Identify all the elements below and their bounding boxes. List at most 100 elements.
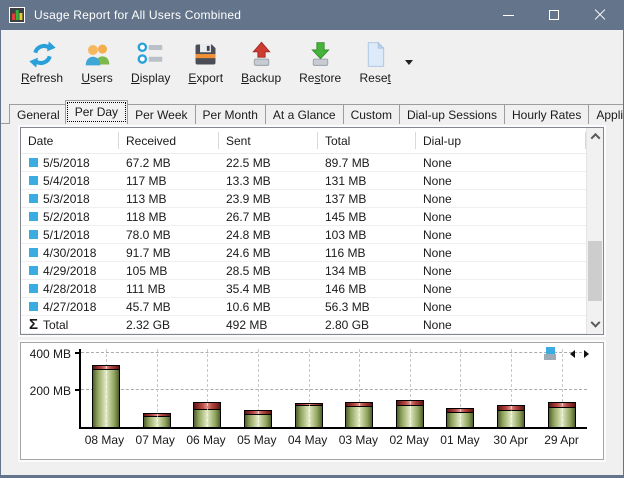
table-row[interactable]: ΣTotal2.32 GB492 MB2.80 GBNone	[21, 316, 586, 334]
display-icon	[136, 40, 165, 69]
cell-received: 111 MB	[119, 282, 219, 296]
tab-per-day[interactable]: Per Day	[65, 100, 128, 124]
scroll-up-button[interactable]	[587, 128, 603, 145]
date-label: 4/29/2018	[43, 264, 96, 278]
chevron-up-icon	[590, 133, 600, 143]
cell-sent: 24.8 MB	[219, 228, 318, 242]
day-bullet-icon	[29, 212, 38, 221]
cell-date: 4/30/2018	[21, 246, 119, 260]
usage-bar	[143, 413, 171, 427]
cell-total: 145 MB	[318, 210, 416, 224]
table-row[interactable]: 4/27/201845.7 MB10.6 MB56.3 MBNone	[21, 298, 586, 316]
cell-received: 78.0 MB	[119, 228, 219, 242]
scrollbar-thumb[interactable]	[588, 241, 602, 301]
chart-scroll-left-button[interactable]	[565, 348, 579, 360]
scroll-down-button[interactable]	[587, 317, 603, 334]
cell-total: 137 MB	[318, 192, 416, 206]
date-label: 5/2/2018	[43, 210, 90, 224]
cell-received: 117 MB	[119, 174, 219, 188]
reset-button[interactable]: Reset	[351, 37, 399, 88]
export-icon	[191, 40, 220, 69]
table-row[interactable]: 4/30/201891.7 MB24.6 MB116 MBNone	[21, 244, 586, 262]
day-bullet-icon	[29, 266, 38, 275]
cell-total: 2.80 GB	[318, 318, 416, 332]
table-row[interactable]: 5/2/2018118 MB26.7 MB145 MBNone	[21, 208, 586, 226]
x-axis-label: 30 Apr	[485, 433, 536, 447]
bar-segment-received	[346, 407, 372, 427]
users-icon-holder	[81, 40, 113, 70]
minimize-button[interactable]	[485, 0, 531, 30]
usage-bar	[396, 400, 424, 427]
column-header-dial-up[interactable]: Dial-up	[416, 128, 586, 153]
toolbar-button-label: Refresh	[21, 71, 63, 85]
day-bullet-icon	[29, 194, 38, 203]
chart-style-icon[interactable]	[544, 347, 556, 360]
chevron-down-icon	[405, 60, 413, 65]
refresh-button[interactable]: Refresh	[13, 37, 71, 88]
export-button[interactable]: Export	[180, 37, 231, 88]
display-button[interactable]: Display	[123, 37, 178, 88]
bar-segment-sent	[194, 403, 220, 410]
day-bullet-icon	[29, 176, 38, 185]
tab-at-a-glance[interactable]: At a Glance	[265, 104, 344, 124]
table-row[interactable]: 4/28/2018111 MB35.4 MB146 MBNone	[21, 280, 586, 298]
cell-sent: 22.5 MB	[219, 156, 318, 170]
users-button[interactable]: Users	[73, 37, 121, 88]
cell-sent: 26.7 MB	[219, 210, 318, 224]
date-label: Total	[43, 318, 68, 332]
tab-per-month[interactable]: Per Month	[195, 104, 266, 124]
x-axis-label: 07 May	[130, 433, 181, 447]
bar-segment-received	[144, 417, 170, 427]
backup-icon	[247, 40, 276, 69]
tab-general[interactable]: General	[9, 104, 68, 124]
chart-bar-slot	[81, 349, 132, 427]
tab-applications[interactable]: Applications	[588, 104, 624, 124]
cell-date: 5/2/2018	[21, 210, 119, 224]
usage-bar	[295, 403, 323, 427]
bar-segment-received	[194, 410, 220, 427]
toolbar: Refresh Users Display Export Backup Rest…	[1, 30, 623, 94]
cell-sent: 13.3 MB	[219, 174, 318, 188]
close-button[interactable]	[577, 0, 623, 30]
toolbar-more-button[interactable]	[401, 38, 417, 86]
cell-date: 5/3/2018	[21, 192, 119, 206]
window-title: Usage Report for All Users Combined	[34, 8, 241, 22]
column-header-total[interactable]: Total	[318, 128, 416, 153]
table-row[interactable]: 4/29/2018105 MB28.5 MB134 MBNone	[21, 262, 586, 280]
table-row[interactable]: 5/1/201878.0 MB24.8 MB103 MBNone	[21, 226, 586, 244]
chart-plot-area	[79, 349, 587, 429]
usage-bar	[345, 402, 373, 427]
table-row[interactable]: 5/5/201867.2 MB22.5 MB89.7 MBNone	[21, 154, 586, 172]
y-axis-label: 400 MB	[25, 347, 71, 361]
column-header-sent[interactable]: Sent	[219, 128, 318, 153]
chart-bar-slot	[385, 349, 436, 427]
cell-dialup: None	[416, 174, 586, 188]
x-axis-label: 08 May	[79, 433, 130, 447]
cell-total: 116 MB	[318, 246, 416, 260]
usage-bar	[244, 410, 272, 427]
usage-chart: 200 MB400 MB 08 May07 May06 May05 May04 …	[20, 342, 604, 460]
chevron-down-icon	[590, 318, 600, 328]
table-row[interactable]: 5/3/2018113 MB23.9 MB137 MBNone	[21, 190, 586, 208]
day-bullet-icon	[29, 284, 38, 293]
maximize-button[interactable]	[531, 0, 577, 30]
backup-button[interactable]: Backup	[233, 37, 289, 88]
date-label: 5/3/2018	[43, 192, 90, 206]
tab-custom[interactable]: Custom	[343, 104, 400, 124]
usage-table: DateReceivedSentTotalDial-up 5/5/201867.…	[20, 127, 604, 335]
date-label: 5/5/2018	[43, 156, 90, 170]
chart-scroll-right-button[interactable]	[579, 348, 593, 360]
column-header-received[interactable]: Received	[119, 128, 219, 153]
titlebar[interactable]: Usage Report for All Users Combined	[1, 0, 623, 30]
restore-button[interactable]: Restore	[291, 37, 349, 88]
tab-per-week[interactable]: Per Week	[127, 104, 195, 124]
users-icon	[83, 40, 112, 69]
date-label: 5/1/2018	[43, 228, 90, 242]
tab-dial-up-sessions[interactable]: Dial-up Sessions	[399, 104, 505, 124]
table-row[interactable]: 5/4/2018117 MB13.3 MB131 MBNone	[21, 172, 586, 190]
column-header-date[interactable]: Date	[21, 128, 119, 153]
table-scrollbar[interactable]	[586, 128, 603, 334]
tab-hourly-rates[interactable]: Hourly Rates	[504, 104, 589, 124]
chart-bar-slot	[536, 349, 587, 427]
sigma-icon: Σ	[29, 318, 43, 332]
